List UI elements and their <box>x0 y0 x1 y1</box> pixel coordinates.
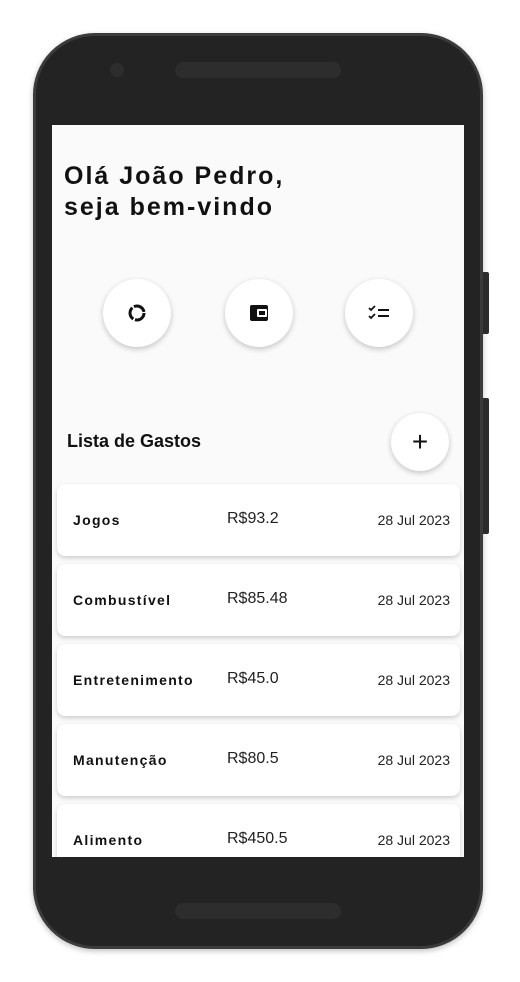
expense-date: 28 Jul 2023 <box>377 672 450 688</box>
expense-date: 28 Jul 2023 <box>377 512 450 528</box>
greeting-line-2: seja bem-vindo <box>64 193 274 221</box>
expense-date: 28 Jul 2023 <box>377 832 450 848</box>
greeting-line-1: Olá João Pedro, <box>64 162 285 190</box>
expense-card[interactable]: Jogos R$93.2 28 Jul 2023 <box>57 484 460 556</box>
checklist-button[interactable] <box>345 279 413 347</box>
app-screen: Olá João Pedro, seja bem-vindo Lista de <box>52 125 464 857</box>
expense-amount: R$80.5 <box>227 750 279 767</box>
expense-date: 28 Jul 2023 <box>377 752 450 768</box>
wallet-button[interactable] <box>225 279 293 347</box>
expense-amount: R$93.2 <box>227 510 279 527</box>
speaker-grille <box>175 62 341 78</box>
wallet-icon <box>250 305 268 321</box>
donut-chart-icon <box>128 304 146 322</box>
expense-card[interactable]: Alimento R$450.5 28 Jul 2023 <box>57 804 460 857</box>
quick-actions <box>52 279 464 349</box>
checklist-icon <box>368 305 389 320</box>
home-bar <box>175 903 341 919</box>
expense-name: Jogos <box>73 512 121 528</box>
volume-button <box>483 398 489 534</box>
expense-amount: R$85.48 <box>227 590 288 607</box>
chart-button[interactable] <box>103 279 171 347</box>
greeting-title: Olá João Pedro, seja bem-vindo <box>64 161 284 223</box>
expense-name: Entretenimento <box>73 672 194 688</box>
expense-amount: R$45.0 <box>227 670 279 687</box>
expense-name: Alimento <box>73 832 144 848</box>
front-camera <box>110 63 124 77</box>
expense-name: Manutenção <box>73 752 168 768</box>
power-button <box>483 272 489 334</box>
expense-card[interactable]: Entretenimento R$45.0 28 Jul 2023 <box>57 644 460 716</box>
expense-name: Combustível <box>73 592 172 608</box>
add-expense-button[interactable]: + <box>391 413 449 471</box>
expense-card[interactable]: Manutenção R$80.5 28 Jul 2023 <box>57 724 460 796</box>
expense-amount: R$450.5 <box>227 830 288 847</box>
expense-card[interactable]: Combustível R$85.48 28 Jul 2023 <box>57 564 460 636</box>
expense-date: 28 Jul 2023 <box>377 592 450 608</box>
expenses-list-title: Lista de Gastos <box>67 431 202 451</box>
